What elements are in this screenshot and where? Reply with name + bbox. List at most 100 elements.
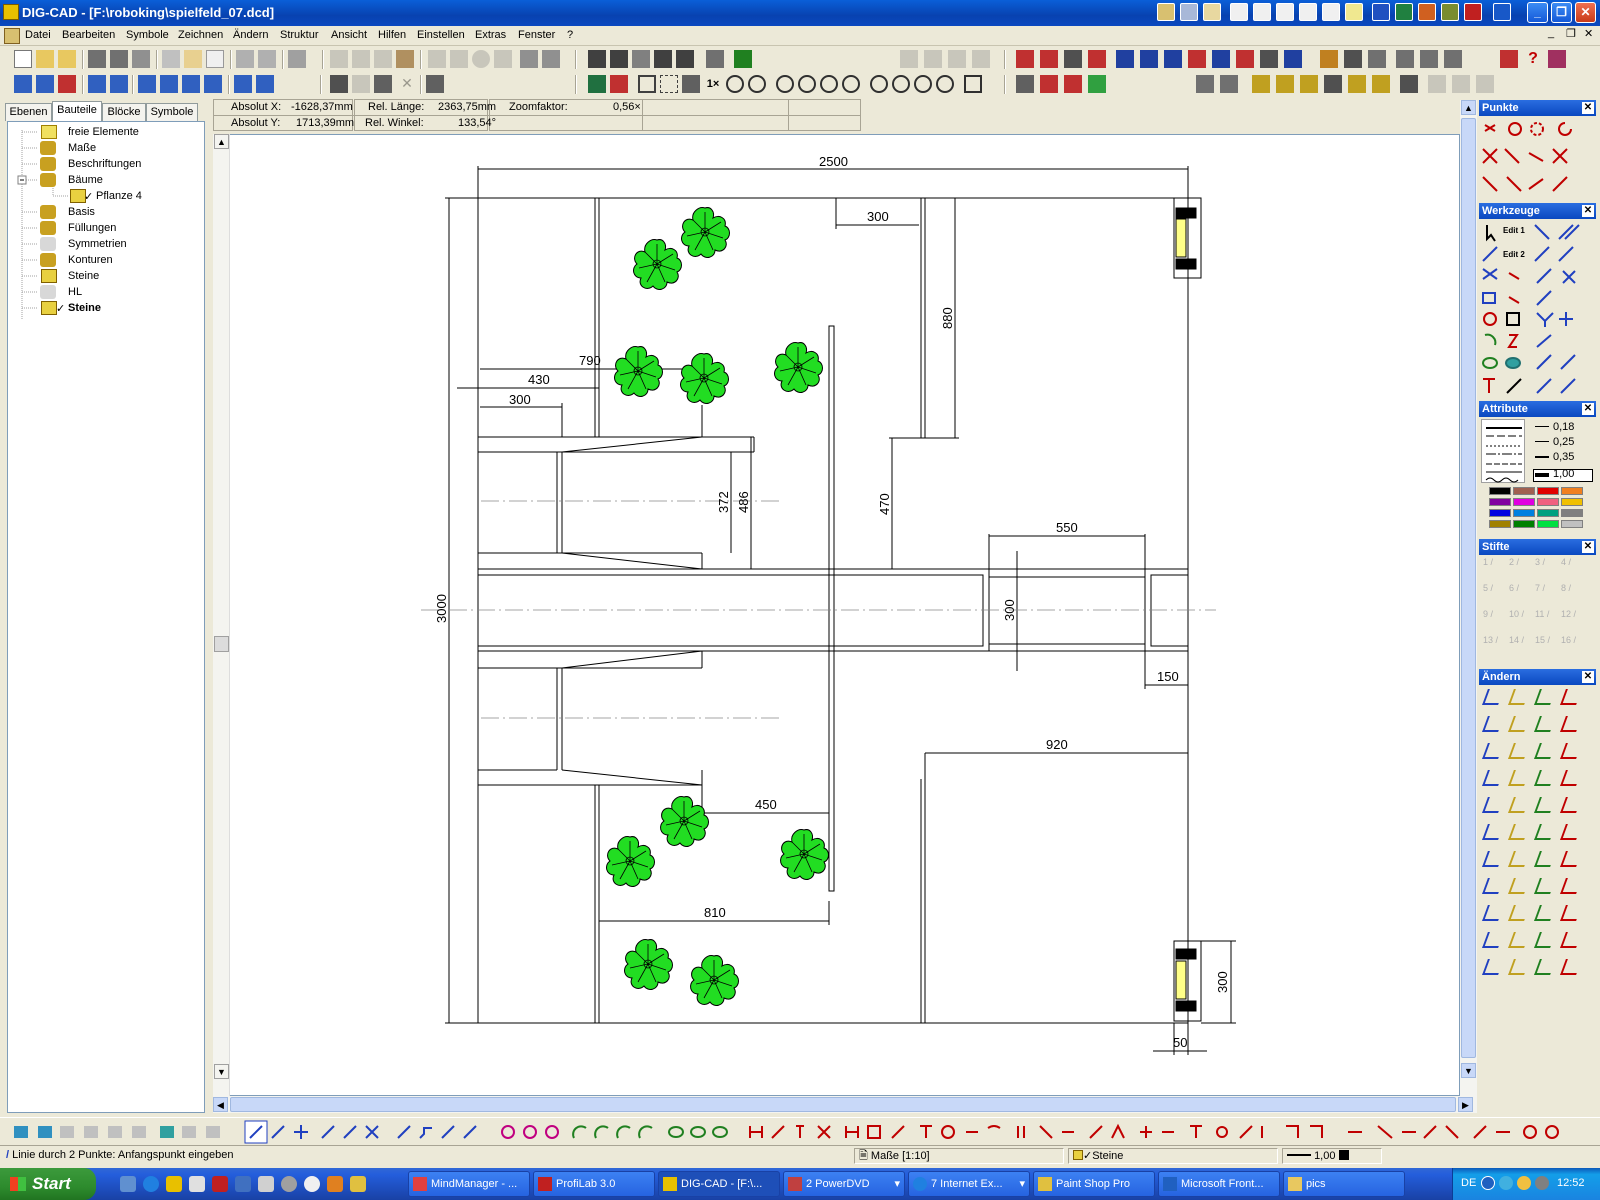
tree-item-hl[interactable]: HL [68,286,82,298]
menu-struktur[interactable]: Struktur [280,29,319,41]
tree-item-pflanze-4[interactable]: Pflanze 4 [96,190,142,202]
modify-tool-icon[interactable] [1560,797,1582,813]
zoom-icon[interactable] [914,75,932,93]
tree-item-masse[interactable]: Maße [68,142,96,154]
color-swatch[interactable] [1513,498,1535,506]
table-icon[interactable] [1368,50,1386,68]
modify-tool-icon[interactable] [1482,878,1504,894]
symmetry-icon[interactable] [1400,75,1418,93]
save-all-icon[interactable] [132,50,150,68]
tree-item-baeume[interactable]: Bäume [68,174,103,186]
modify-tool-icon[interactable] [1534,743,1556,759]
task-digcad[interactable]: DIG-CAD - [F:\... [658,1171,780,1197]
modify-tool-icon[interactable] [1534,770,1556,786]
quicklaunch-icon[interactable] [235,1176,251,1192]
modify-tool-icon[interactable] [1534,824,1556,840]
help-context-icon[interactable] [1500,50,1518,68]
zoom-in-icon[interactable] [798,75,816,93]
component-tool-icon[interactable] [352,75,370,93]
new-file-icon[interactable] [14,50,32,68]
task-pics[interactable]: pics [1283,1171,1405,1197]
color-swatch[interactable] [1537,498,1559,506]
modify-tool-icon[interactable] [1508,689,1530,705]
line-style-selector[interactable] [1481,419,1525,483]
bottom-tool-icons[interactable] [0,1118,1600,1146]
tasks-icon[interactable] [1276,3,1294,21]
modify-tool-icon[interactable] [1508,932,1530,948]
task-profilab[interactable]: ProfiLab 3.0 [533,1171,655,1197]
symbol-icon[interactable] [1088,50,1106,68]
pen-button[interactable]: 16 / [1561,635,1583,657]
color-swatch[interactable] [1489,509,1511,517]
internet-explorer-icon[interactable] [143,1176,159,1192]
vertical-ruler-scroll[interactable]: ▲ ▼ [213,134,230,1096]
quicklaunch-icon[interactable] [258,1176,274,1192]
quicklaunch-icon[interactable] [120,1176,136,1192]
modify-tool-icon[interactable] [1534,878,1556,894]
open-recent-icon[interactable] [58,50,76,68]
tree-symbol[interactable] [681,207,730,258]
modify-tool-icon[interactable] [1482,932,1504,948]
fill-icon[interactable] [1064,75,1082,93]
modify-tool-icon[interactable] [1482,770,1504,786]
print-icon[interactable] [236,50,254,68]
symmetry-icon[interactable] [1452,75,1470,93]
office-bar-icon[interactable] [1493,3,1511,21]
clock[interactable]: 12:52 [1557,1177,1585,1189]
powerpoint-icon[interactable] [1418,3,1436,21]
color-swatch[interactable] [1561,498,1583,506]
angle-icon[interactable] [654,50,672,68]
task-mindmanager[interactable]: MindManager - ... [408,1171,530,1197]
modify-tool-icon[interactable] [1560,959,1582,975]
color-swatch[interactable] [1537,520,1559,528]
color-swatch[interactable] [1513,487,1535,495]
struct-icon[interactable] [1284,50,1302,68]
scroll-thumb[interactable] [230,1097,1456,1112]
notes-icon[interactable] [1345,3,1363,21]
line-width-option[interactable]: 0,35 [1553,451,1574,463]
copy-icon[interactable] [352,50,370,68]
struct-icon[interactable] [1212,50,1230,68]
modify-tool-icon[interactable] [1508,716,1530,732]
modify-tool-icon[interactable] [1534,905,1556,921]
tree-item-freie-elemente[interactable]: freie Elemente [68,126,139,138]
component-icon[interactable] [1372,75,1390,93]
language-indicator[interactable]: DE [1461,1177,1476,1189]
color-swatch[interactable] [1489,520,1511,528]
color-swatch[interactable] [1513,509,1535,517]
modify-tool-icon[interactable] [1534,959,1556,975]
fill-icon[interactable] [1088,75,1106,93]
mail-icon[interactable] [206,50,224,68]
modify-tool-icon[interactable] [1534,797,1556,813]
zoom-out-icon[interactable] [820,75,838,93]
zoom-all-icon[interactable] [638,75,656,93]
move-icon[interactable] [110,75,128,93]
pen-button[interactable]: 1 / [1483,557,1505,579]
tree-symbol[interactable] [780,829,829,880]
scroll-down-icon[interactable]: ▼ [1461,1063,1476,1078]
quicklaunch-icon[interactable] [304,1176,320,1192]
delete-icon[interactable]: ✕ [398,75,416,93]
pen-button[interactable]: 15 / [1535,635,1557,657]
layer-tool-icon[interactable] [14,75,32,93]
fill-icon[interactable] [1040,75,1058,93]
symbol-icon[interactable] [1064,50,1082,68]
layer-icon[interactable] [706,50,724,68]
import-icon[interactable] [184,50,202,68]
struct-icon[interactable] [1260,50,1278,68]
struct-icon[interactable] [1140,50,1158,68]
help-icon[interactable]: ? [1524,50,1542,68]
group-icon[interactable] [234,75,252,93]
component-icon[interactable] [1324,75,1342,93]
color-swatch[interactable] [1489,487,1511,495]
pen-button[interactable]: 12 / [1561,609,1583,631]
modify-tool-icon[interactable] [1560,932,1582,948]
tools-icon[interactable] [1344,50,1362,68]
modify-tool-icon[interactable] [1508,878,1530,894]
clipboard-icon[interactable] [396,50,414,68]
quicklaunch-icon[interactable] [327,1176,343,1192]
grid-icon[interactable] [632,50,650,68]
publisher-icon[interactable] [1464,3,1482,21]
tray-app-icon[interactable] [1157,3,1175,21]
cut-icon[interactable] [330,50,348,68]
